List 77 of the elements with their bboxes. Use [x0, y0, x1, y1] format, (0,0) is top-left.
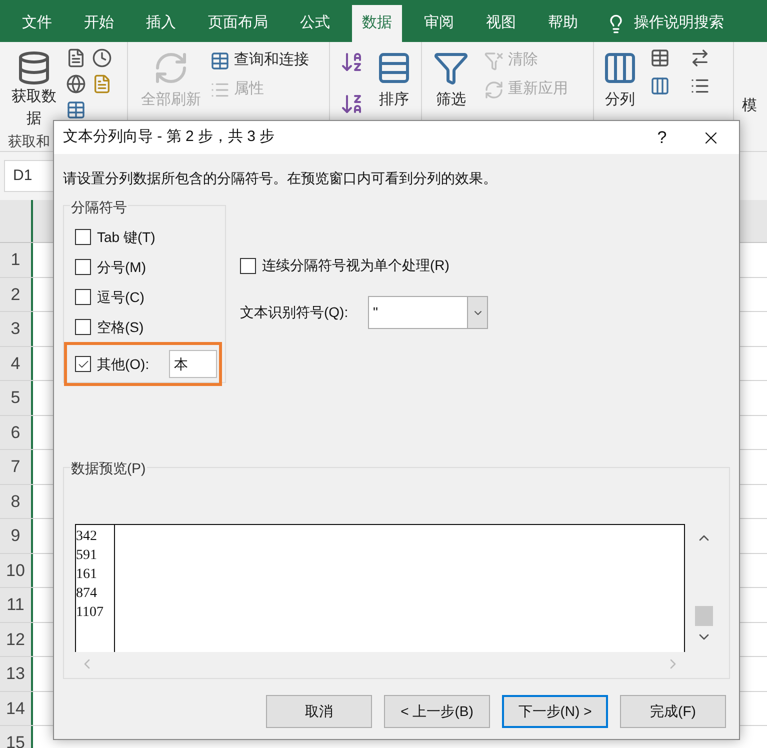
funnel-icon — [433, 50, 469, 86]
ribbon-tab[interactable]: 数据 — [352, 5, 402, 42]
row-header[interactable]: 1 — [0, 243, 33, 276]
sort-descending-icon[interactable] — [340, 92, 364, 116]
row-header[interactable]: 15 — [0, 726, 33, 748]
sort-ascending-icon[interactable] — [340, 50, 364, 74]
dialog-button[interactable]: < 上一步(B) — [384, 695, 490, 728]
checkbox-label[interactable]: 连续分隔符号视为单个处理(R) — [262, 255, 450, 276]
ribbon-tab[interactable]: 帮助 — [538, 5, 588, 42]
funnel-clear-icon — [484, 50, 504, 70]
row-header[interactable]: 11 — [0, 588, 33, 622]
field-label: 文本识别符号(Q): — [240, 303, 350, 322]
row-header[interactable]: 2 — [0, 278, 33, 311]
row-header[interactable]: 6 — [0, 416, 33, 449]
checkbox[interactable] — [75, 319, 91, 335]
ribbon-tab[interactable]: 审阅 — [414, 5, 464, 42]
checkbox[interactable] — [240, 258, 256, 274]
dialog-button[interactable]: 完成(F) — [620, 695, 726, 728]
row-header[interactable]: 4 — [0, 346, 33, 380]
row-header[interactable]: 8 — [0, 484, 33, 518]
group-label: 获取和 — [8, 133, 50, 149]
ribbon-tab[interactable]: 页面布局 — [198, 5, 278, 42]
select-all-corner[interactable] — [0, 200, 33, 242]
dialog-button[interactable]: 下一步(N) > — [502, 695, 608, 728]
preview-value: 161 — [76, 566, 98, 584]
row-header[interactable]: 10 — [0, 554, 33, 587]
ribbon-tab[interactable]: 开始 — [74, 5, 124, 42]
row-header[interactable]: 12 — [0, 622, 33, 656]
checkbox[interactable] — [75, 289, 91, 305]
checkbox[interactable] — [75, 229, 91, 245]
tell-me-search[interactable]: 操作说明搜索 — [634, 12, 724, 35]
row-header[interactable]: 5 — [0, 381, 33, 414]
refresh-icon — [153, 50, 189, 86]
table-icon[interactable] — [650, 48, 670, 68]
preview-value: 342 — [76, 528, 98, 546]
ribbon-tab[interactable]: 视图 — [476, 5, 526, 42]
preview-value: 874 — [76, 585, 98, 603]
checkbox-label[interactable]: 其他(O): — [97, 354, 163, 374]
checkbox-label[interactable]: 空格(S) — [97, 316, 144, 338]
dialog-title: 文本分列向导 - 第 2 步，共 3 步 — [63, 127, 276, 148]
checkbox-label[interactable]: Tab 键(T) — [97, 226, 156, 248]
row-header[interactable]: 13 — [0, 657, 33, 690]
ribbon-label[interactable]: 排序 — [379, 90, 409, 110]
text-qualifier-dropdown[interactable]: " — [368, 296, 488, 329]
ribbon-label[interactable]: 查询和连接 — [234, 49, 309, 72]
checkbox[interactable] — [75, 259, 91, 275]
globe-icon[interactable] — [66, 74, 86, 94]
row-header[interactable]: 7 — [0, 450, 33, 484]
ribbon-label[interactable]: 模 — [742, 97, 757, 114]
refresh-icon — [484, 80, 504, 100]
ribbon-label[interactable]: 筛选 — [436, 90, 466, 110]
ribbon-tab[interactable]: 插入 — [136, 5, 186, 42]
row-header[interactable]: 14 — [0, 692, 33, 725]
table-icon — [210, 50, 230, 70]
dialog-button[interactable]: 取消 — [266, 695, 372, 728]
ribbon-tab[interactable]: 公式 — [290, 5, 340, 42]
scroll-thumb[interactable] — [695, 606, 713, 626]
document-icon[interactable] — [92, 74, 112, 94]
checkbox-label[interactable]: 逗号(C) — [97, 286, 144, 308]
ribbon-label[interactable]: 获取数据 — [10, 86, 58, 130]
checkbox[interactable] — [75, 356, 91, 372]
preview-value: 591 — [76, 547, 98, 565]
preview-value: 1107 — [76, 604, 104, 622]
table-icon[interactable] — [66, 100, 86, 120]
row-header[interactable]: 3 — [0, 312, 33, 346]
other-delimiter-field[interactable]: 本 — [169, 350, 217, 378]
ribbon-label[interactable]: 分列 — [605, 90, 635, 110]
database-icon — [16, 50, 52, 86]
document-icon[interactable] — [66, 48, 86, 68]
row-header[interactable]: 9 — [0, 519, 33, 552]
columns-icon — [602, 50, 638, 86]
help-button[interactable]: ? — [647, 124, 677, 150]
clock-icon[interactable] — [92, 48, 112, 68]
checkbox-label[interactable]: 分号(M) — [97, 256, 146, 278]
arrows-icon[interactable] — [690, 48, 710, 68]
ribbon-tab[interactable]: 文件 — [12, 5, 62, 42]
columns-icon[interactable] — [650, 76, 670, 96]
